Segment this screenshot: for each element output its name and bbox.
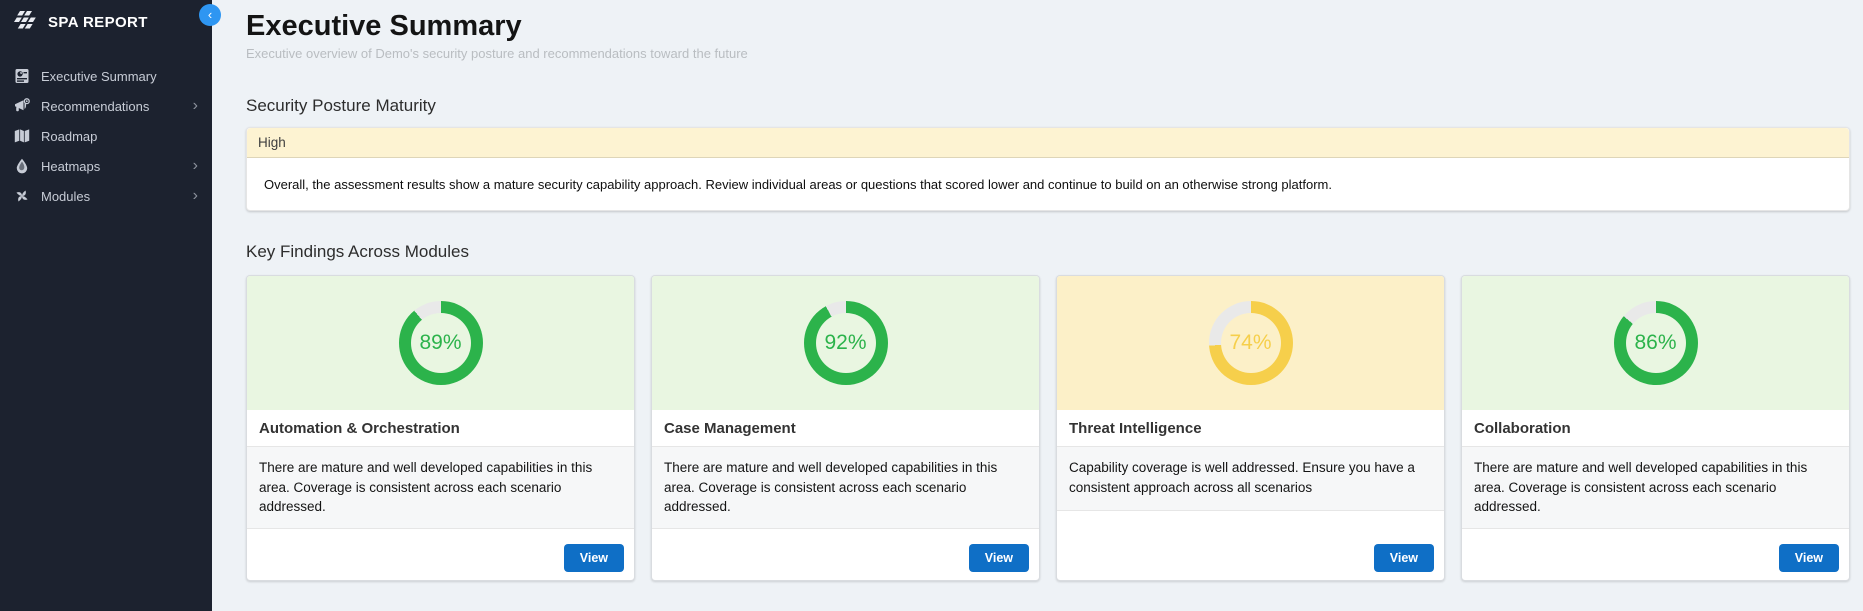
donut-ring: 92% [804, 301, 888, 385]
finding-title: Automation & Orchestration [247, 410, 634, 447]
finding-title: Collaboration [1462, 410, 1849, 447]
megaphone-icon [14, 98, 30, 114]
page-subtitle: Executive overview of Demo's security po… [246, 46, 1850, 61]
sidebar-item-label: Modules [41, 189, 90, 204]
sidebar-item-modules[interactable]: Modules › [0, 181, 212, 211]
sidebar-collapse-toggle[interactable]: ‹ [199, 4, 221, 26]
donut-percent-label: 74% [1229, 331, 1271, 355]
finding-description: Capability coverage is well addressed. E… [1057, 447, 1444, 511]
donut-percent-label: 89% [419, 331, 461, 355]
droplet-icon [14, 158, 30, 174]
brand: SPA REPORT [0, 0, 212, 43]
finding-description: There are mature and well developed capa… [652, 447, 1039, 529]
finding-card-footer: View [247, 529, 634, 580]
view-button[interactable]: View [969, 544, 1029, 572]
view-button[interactable]: View [1779, 544, 1839, 572]
finding-card-footer: View [1462, 529, 1849, 580]
brand-logo-icon [14, 11, 38, 33]
pinwheel-icon [14, 188, 30, 204]
main-content: Executive Summary Executive overview of … [212, 0, 1863, 611]
finding-title: Threat Intelligence [1057, 410, 1444, 447]
finding-description: There are mature and well developed capa… [1462, 447, 1849, 529]
donut-chart: 92% [652, 276, 1039, 410]
sidebar-item-heatmaps[interactable]: Heatmaps › [0, 151, 212, 181]
maturity-description: Overall, the assessment results show a m… [247, 158, 1849, 210]
donut-chart: 74% [1057, 276, 1444, 410]
donut-chart: 86% [1462, 276, 1849, 410]
chevron-right-icon: › [193, 98, 198, 114]
donut-ring: 86% [1614, 301, 1698, 385]
maturity-section-title: Security Posture Maturity [246, 96, 1850, 116]
donut-ring: 89% [399, 301, 483, 385]
sidebar-item-label: Executive Summary [41, 69, 157, 84]
sidebar-item-label: Recommendations [41, 99, 149, 114]
map-icon [14, 128, 30, 144]
findings-section-title: Key Findings Across Modules [246, 242, 1850, 262]
donut-percent-label: 92% [824, 331, 866, 355]
sidebar-item-label: Heatmaps [41, 159, 100, 174]
finding-card-threat-intelligence: 74% Threat Intelligence Capability cover… [1056, 275, 1445, 581]
finding-card-footer: View [1057, 511, 1444, 580]
chevron-right-icon: › [193, 158, 198, 174]
sidebar: SPA REPORT ‹ Executive Summary [0, 0, 212, 611]
view-button[interactable]: View [564, 544, 624, 572]
view-button[interactable]: View [1374, 544, 1434, 572]
page-title: Executive Summary [246, 10, 1850, 43]
finding-card-collaboration: 86% Collaboration There are mature and w… [1461, 275, 1850, 581]
sidebar-nav: Executive Summary Recommendations › [0, 61, 212, 211]
finding-title: Case Management [652, 410, 1039, 447]
finding-description: There are mature and well developed capa… [247, 447, 634, 529]
brand-title: SPA REPORT [48, 14, 148, 31]
sidebar-item-executive-summary[interactable]: Executive Summary [0, 61, 212, 91]
sidebar-item-label: Roadmap [41, 129, 97, 144]
donut-percent-label: 86% [1634, 331, 1676, 355]
donut-chart: 89% [247, 276, 634, 410]
maturity-card: High Overall, the assessment results sho… [246, 127, 1850, 211]
chevron-right-icon: › [193, 188, 198, 204]
donut-ring: 74% [1209, 301, 1293, 385]
sidebar-item-recommendations[interactable]: Recommendations › [0, 91, 212, 121]
finding-card-automation-orchestration: 89% Automation & Orchestration There are… [246, 275, 635, 581]
finding-card-footer: View [652, 529, 1039, 580]
finding-card-case-management: 92% Case Management There are mature and… [651, 275, 1040, 581]
report-icon [14, 68, 30, 84]
maturity-level-badge: High [247, 128, 1849, 158]
sidebar-item-roadmap[interactable]: Roadmap [0, 121, 212, 151]
findings-cards: 89% Automation & Orchestration There are… [246, 275, 1850, 581]
